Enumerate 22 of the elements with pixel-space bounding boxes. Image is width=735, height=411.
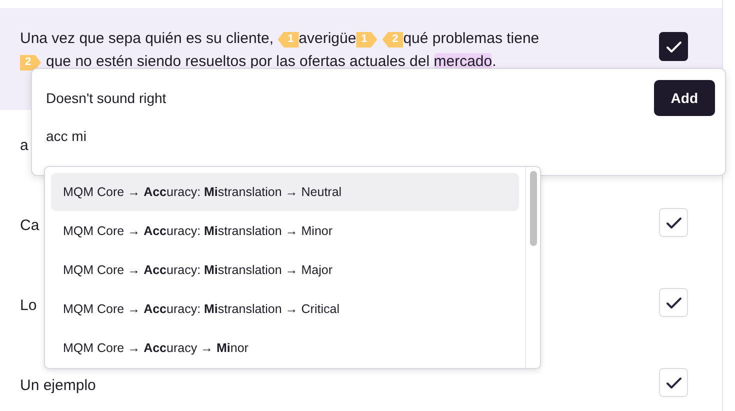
check-icon [666,296,682,308]
confirm-checkbox[interactable] [659,32,688,61]
check-icon [666,376,682,388]
search-field[interactable]: acc mi [46,126,446,147]
option-item[interactable]: MQM Core → Accuracy: Mistranslation → Critical [51,290,519,328]
segment-text: Lo [20,296,37,316]
check-icon [666,216,682,228]
scrollbar-thumb[interactable] [530,171,536,246]
segment-text: Ca [20,216,40,236]
tag-marker: 1 [278,32,299,48]
tag-marker: 2 [20,54,41,70]
segment-text: a [20,136,28,156]
option-item[interactable]: MQM Core → Accuracy → Minor [51,329,519,367]
tag-marker: 1 [356,32,378,48]
option-item[interactable]: MQM Core → Accuracy: Mistranslation → Minor [51,212,519,250]
check-icon [666,40,682,52]
segment-text: Un ejemplo [20,376,96,396]
tag-marker: 2 [382,32,404,48]
add-button[interactable]: Add [654,80,715,116]
option-item[interactable]: MQM Core → Accuracy: Mistranslation → Major [51,251,519,289]
option-item[interactable]: MQM Core → Accuracy: Mistranslation → Neutral [51,173,519,211]
comment-text: Doesn't sound right [46,88,166,108]
